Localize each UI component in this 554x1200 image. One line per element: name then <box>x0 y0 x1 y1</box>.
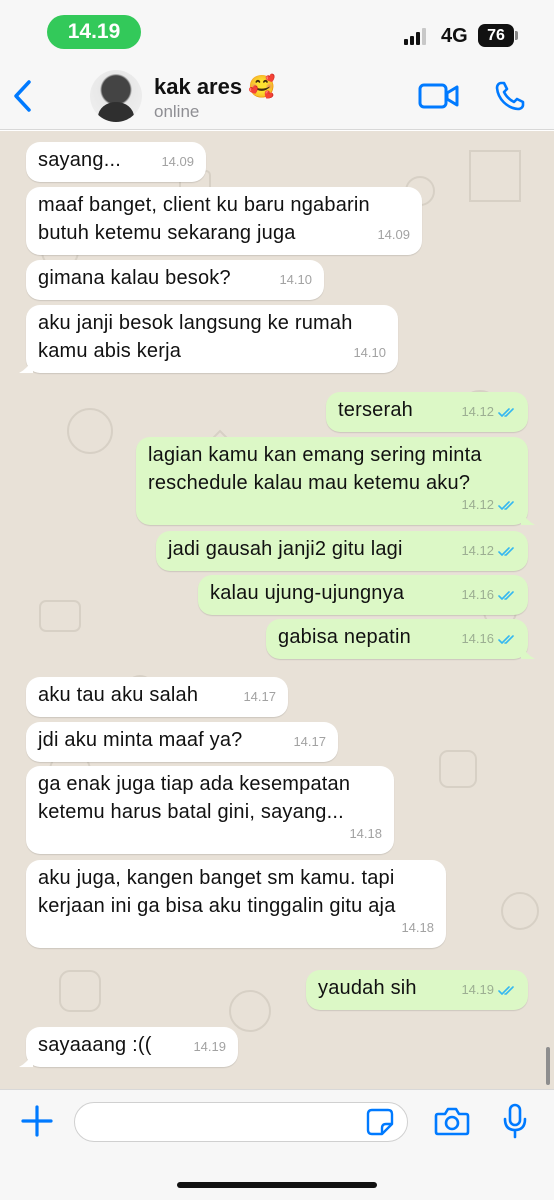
status-time: 14.19 <box>47 15 141 49</box>
message-timestamp: 14.10 <box>353 345 386 360</box>
message-meta: 14.17 <box>293 728 326 756</box>
scrollbar[interactable] <box>546 1047 550 1085</box>
message-timestamp: 14.09 <box>377 227 410 242</box>
outgoing-message-bubble[interactable]: terserah 14.12 <box>326 392 528 432</box>
incoming-message-bubble[interactable]: ga enak juga tiap ada kesempatan ketemu … <box>26 766 394 854</box>
avatar[interactable] <box>90 70 142 122</box>
read-receipt-icon <box>498 407 514 417</box>
message-text: jdi aku minta maaf ya? <box>38 729 243 751</box>
bubble-tail <box>19 1053 33 1067</box>
incoming-message-bubble[interactable]: gimana kalau besok? 14.10 <box>26 260 324 300</box>
battery-cap <box>515 31 518 40</box>
message-meta: 14.12 <box>461 491 516 519</box>
message-timestamp: 14.17 <box>243 689 276 704</box>
message-timestamp: 14.16 <box>461 631 494 646</box>
message-meta: 14.18 <box>349 820 382 848</box>
network-type: 4G <box>441 25 468 47</box>
message-meta: 14.18 <box>401 914 434 942</box>
chat-header: kak ares 🥰 online <box>0 60 554 130</box>
message-meta: 14.16 <box>461 625 516 653</box>
message-meta: 14.09 <box>377 221 410 249</box>
incoming-message-bubble[interactable]: maaf banget, client ku baru ngabarin but… <box>26 187 422 255</box>
message-timestamp: 14.10 <box>279 272 312 287</box>
message-timestamp: 14.18 <box>401 920 434 935</box>
incoming-message-bubble[interactable]: jdi aku minta maaf ya? 14.17 <box>26 722 338 762</box>
message-timestamp: 14.16 <box>461 587 494 602</box>
message-meta: 14.10 <box>279 266 312 294</box>
read-receipt-icon <box>498 590 514 600</box>
message-meta: 14.17 <box>243 683 276 711</box>
message-text: maaf banget, client ku baru ngabarin but… <box>38 194 370 244</box>
message-text: aku juga, kangen banget sm kamu. tapi ke… <box>38 867 396 917</box>
chevron-left-icon[interactable] <box>10 78 36 114</box>
read-receipt-icon <box>498 546 514 556</box>
incoming-message-bubble[interactable]: aku juga, kangen banget sm kamu. tapi ke… <box>26 860 446 948</box>
contact-status: online <box>154 102 200 121</box>
message-meta: 14.10 <box>353 339 386 367</box>
message-meta: 14.16 <box>461 581 516 609</box>
battery-level: 76 <box>487 26 505 44</box>
message-text: aku janji besok langsung ke rumah kamu a… <box>38 312 353 362</box>
incoming-message-bubble[interactable]: sayang... 14.09 <box>26 142 206 182</box>
message-timestamp: 14.12 <box>461 404 494 419</box>
outgoing-message-bubble[interactable]: kalau ujung-ujungnya 14.16 <box>198 575 528 615</box>
message-input[interactable] <box>74 1102 408 1142</box>
message-timestamp: 14.09 <box>161 154 194 169</box>
plus-icon[interactable] <box>20 1104 54 1138</box>
read-receipt-icon <box>498 985 514 995</box>
microphone-icon[interactable] <box>502 1103 528 1139</box>
home-indicator <box>177 1182 377 1188</box>
message-text: ga enak juga tiap ada kesempatan ketemu … <box>38 773 351 823</box>
outgoing-message-bubble[interactable]: jadi gausah janji2 gitu lagi 14.12 <box>156 531 528 571</box>
sticker-icon[interactable] <box>366 1108 394 1136</box>
message-text: lagian kamu kan emang sering minta resch… <box>148 444 482 494</box>
message-meta: 14.19 <box>193 1033 226 1061</box>
avatar-silhouette <box>98 102 134 122</box>
battery-icon: 76 <box>478 24 514 47</box>
chat-area[interactable]: sayang... 14.09 maaf banget, client ku bar… <box>0 131 554 1089</box>
incoming-message-bubble[interactable]: aku tau aku salah 14.17 <box>26 677 288 717</box>
message-meta: 14.12 <box>461 398 516 426</box>
message-timestamp: 14.19 <box>193 1039 226 1054</box>
read-receipt-icon <box>498 500 514 510</box>
outgoing-message-bubble[interactable]: lagian kamu kan emang sering minta resch… <box>136 437 535 525</box>
message-timestamp: 14.18 <box>349 826 382 841</box>
incoming-message-bubble[interactable]: sayaaang :((14.19 <box>19 1027 238 1067</box>
bubble-tail <box>19 359 33 373</box>
message-meta: 14.09 <box>161 148 194 176</box>
contact-name[interactable]: kak ares 🥰 <box>154 74 276 100</box>
message-timestamp: 14.17 <box>293 734 326 749</box>
outgoing-message-bubble[interactable]: yaudah sih 14.19 <box>306 970 528 1010</box>
signal-strength-icon <box>404 27 426 45</box>
incoming-message-bubble[interactable]: aku janji besok langsung ke rumah kamu a… <box>19 305 398 373</box>
status-bar: 14.19 4G 76 <box>0 0 554 60</box>
phone-icon[interactable] <box>494 80 526 112</box>
bubble-tail <box>521 511 535 525</box>
message-timestamp: 14.12 <box>461 497 494 512</box>
message-meta: 14.12 <box>461 537 516 565</box>
read-receipt-icon <box>498 634 514 644</box>
message-meta: 14.19 <box>461 976 516 1004</box>
message-timestamp: 14.12 <box>461 543 494 558</box>
message-text: aku tau aku salah <box>38 684 199 706</box>
message-input-bar <box>0 1089 554 1200</box>
camera-icon[interactable] <box>434 1106 470 1136</box>
message-text: gimana kalau besok? <box>38 267 231 289</box>
bubble-tail <box>521 645 535 659</box>
video-camera-icon[interactable] <box>418 82 460 110</box>
message-timestamp: 14.19 <box>461 982 494 997</box>
outgoing-message-bubble[interactable]: gabisa nepatin 14.16 <box>266 619 535 659</box>
